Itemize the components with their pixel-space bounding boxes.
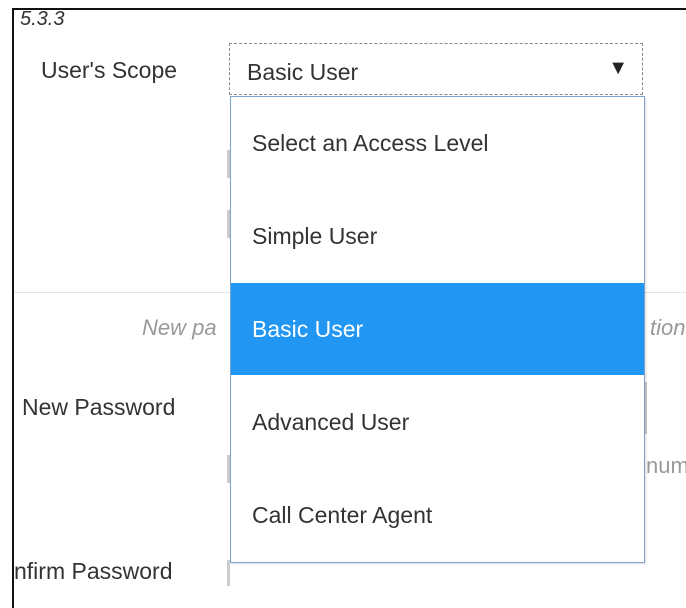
users-scope-select[interactable]: Basic User ▼ — [229, 43, 643, 95]
password-hint-text-right: tion — [650, 315, 686, 340]
dropdown-option-simple-user[interactable]: Simple User — [231, 190, 644, 282]
dropdown-option-select-an-access-level[interactable]: Select an Access Level — [231, 97, 644, 189]
users-scope-selected-value: Basic User — [247, 59, 359, 85]
confirm-password-input-edge[interactable] — [227, 560, 230, 586]
password-rules-text-fragment: num — [646, 453, 686, 478]
access-level-dropdown-menu: Select an Access Level Simple User Basic… — [230, 96, 645, 563]
new-password-label: New Password — [22, 394, 176, 420]
password-hint-text-left: New pa — [142, 315, 217, 340]
confirm-password-label: nfirm Password — [14, 558, 173, 584]
users-scope-label: User's Scope — [41, 57, 178, 83]
dropdown-option-advanced-user[interactable]: Advanced User — [231, 376, 644, 468]
dropdown-option-call-center-agent[interactable]: Call Center Agent — [231, 469, 644, 561]
new-password-input-edge[interactable] — [645, 382, 647, 434]
dropdown-option-basic-user[interactable]: Basic User — [231, 283, 644, 375]
chevron-down-icon[interactable]: ▼ — [608, 57, 628, 80]
section-number: 5.3.3 — [20, 8, 65, 30]
